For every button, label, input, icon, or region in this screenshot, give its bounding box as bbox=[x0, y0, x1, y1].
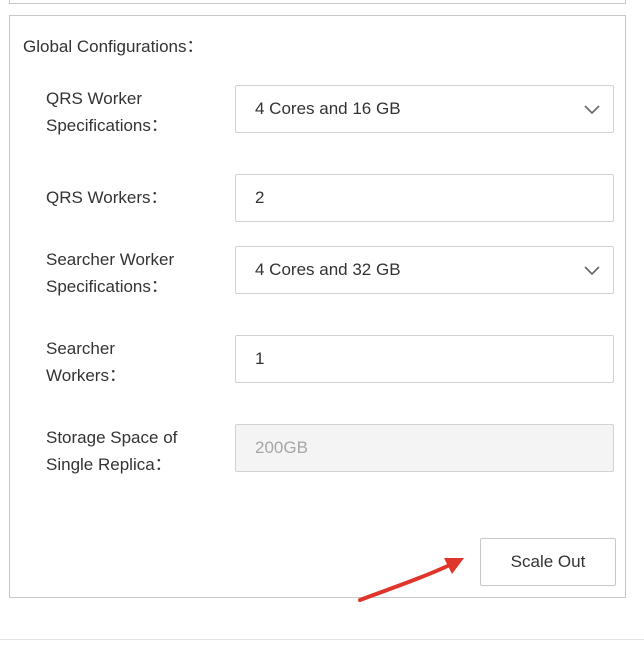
global-configurations-panel: Global Configurations： QRS Worker Specif… bbox=[9, 15, 626, 598]
qrs-workers-input[interactable]: 2 bbox=[235, 174, 614, 222]
storage-label-line1: Storage Space of bbox=[46, 428, 178, 447]
qrs-spec-label-line2: Specifications： bbox=[46, 116, 168, 135]
searcher-workers-label-line2: Workers： bbox=[46, 366, 126, 385]
qrs-workers-label: QRS Workers： bbox=[46, 188, 168, 207]
searcher-spec-label: Searcher Worker Specifications： bbox=[46, 246, 216, 300]
searcher-workers-label-line1: Searcher bbox=[46, 339, 115, 358]
searcher-workers-value: 1 bbox=[255, 349, 265, 368]
qrs-workers-value: 2 bbox=[255, 188, 265, 207]
qrs-spec-label-line1: QRS Worker bbox=[46, 89, 143, 108]
searcher-spec-select[interactable]: 4 Cores and 32 GB bbox=[235, 246, 614, 294]
scale-out-button[interactable]: Scale Out bbox=[480, 538, 616, 586]
qrs-spec-value: 4 Cores and 16 GB bbox=[255, 99, 401, 118]
section-title: Global Configurations： bbox=[23, 37, 204, 56]
storage-label-line2: Single Replica： bbox=[46, 455, 172, 474]
chevron-down-icon bbox=[584, 266, 600, 276]
searcher-spec-value: 4 Cores and 32 GB bbox=[255, 260, 401, 279]
storage-label: Storage Space of Single Replica： bbox=[46, 424, 216, 478]
searcher-workers-input[interactable]: 1 bbox=[235, 335, 614, 383]
searcher-spec-label-line2: Specifications： bbox=[46, 277, 168, 296]
searcher-spec-label-line1: Searcher Worker bbox=[46, 250, 175, 269]
previous-panel-edge bbox=[9, 0, 626, 4]
chevron-down-icon bbox=[584, 105, 600, 115]
qrs-spec-label: QRS Worker Specifications： bbox=[46, 85, 216, 139]
bottom-divider bbox=[0, 639, 644, 640]
storage-value: 200GB bbox=[255, 438, 308, 457]
red-arrow-annotation bbox=[358, 558, 464, 602]
qrs-spec-select[interactable]: 4 Cores and 16 GB bbox=[235, 85, 614, 133]
searcher-workers-label: Searcher Workers： bbox=[46, 335, 216, 389]
storage-input: 200GB bbox=[235, 424, 614, 472]
